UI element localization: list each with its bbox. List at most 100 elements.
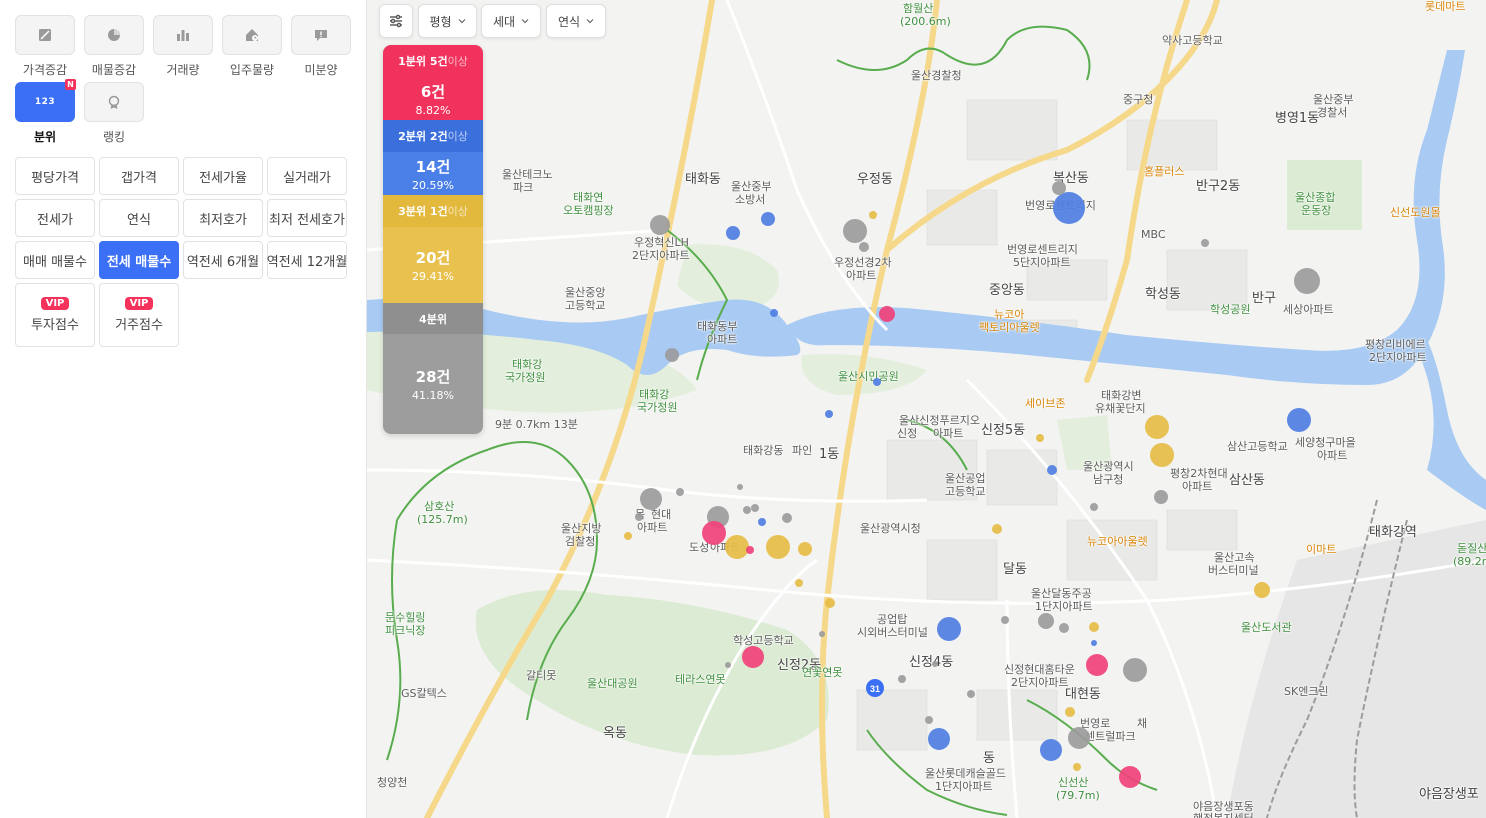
- map-place-label: 청양천: [377, 776, 408, 789]
- metric-filter-button[interactable]: 역전세 12개월: [267, 241, 347, 279]
- quantile-marker-blue[interactable]: [1287, 408, 1311, 432]
- metric-filter-button[interactable]: 실거래가: [267, 157, 347, 195]
- quantile-marker-gray[interactable]: [819, 631, 825, 637]
- quantile-marker-yellow[interactable]: [766, 535, 790, 559]
- metric-filter-button[interactable]: 역전세 6개월: [183, 241, 263, 279]
- quantile-marker-gray[interactable]: [898, 675, 906, 683]
- map-place-label: 울산종합: [1295, 191, 1336, 204]
- map-place-label: 아파트: [1182, 480, 1213, 493]
- quantile-marker-pink[interactable]: [1086, 654, 1108, 676]
- quantile-marker-yellow[interactable]: [992, 524, 1002, 534]
- quantile-marker-pink[interactable]: [1119, 766, 1141, 788]
- quantile-marker-yellow[interactable]: [798, 542, 812, 556]
- map-place-label: 아파트: [707, 333, 738, 346]
- quantile-marker-gray[interactable]: [1294, 268, 1320, 294]
- layer-tab[interactable]: 랭킹: [84, 82, 144, 145]
- quantile-marker-gray[interactable]: [1001, 616, 1009, 624]
- quantile-marker-gray[interactable]: [843, 219, 867, 243]
- quantile-marker-pink[interactable]: [742, 646, 764, 668]
- quantile-marker-blue[interactable]: [726, 226, 740, 240]
- quantile-marker-gray[interactable]: [1059, 623, 1069, 633]
- quantile-marker-blue[interactable]: [825, 410, 833, 418]
- quantile-marker-blue[interactable]: [1047, 465, 1057, 475]
- quantile-marker-gray[interactable]: [743, 506, 751, 514]
- metric-filter-button[interactable]: 평당가격: [15, 157, 95, 195]
- quantile-marker-yellow[interactable]: [725, 535, 749, 559]
- quantile-marker-gray[interactable]: [1038, 613, 1054, 629]
- quantile-marker-blue[interactable]: [770, 309, 778, 317]
- sliders-icon: [390, 14, 402, 28]
- quantile-marker-gray[interactable]: [640, 488, 662, 510]
- layer-tab[interactable]: 매물증감: [84, 15, 144, 78]
- quantile-marker-blue[interactable]: [1091, 640, 1097, 646]
- vip-score-button[interactable]: VIP 투자점수: [15, 283, 95, 347]
- quantile-marker-yellow[interactable]: [1145, 415, 1169, 439]
- quantile-marker-gray[interactable]: [737, 484, 743, 490]
- map-place-label: 신선산: [1058, 776, 1089, 789]
- layer-tab[interactable]: 123 N 분위: [15, 79, 76, 145]
- metric-filter-button[interactable]: 전세가: [15, 199, 95, 237]
- metric-filter-button[interactable]: 전세가율: [183, 157, 263, 195]
- map-place-label: 울산대공원: [587, 677, 638, 690]
- quantile-marker-gray[interactable]: [782, 513, 792, 523]
- map-view[interactable]: 31 함월산 (200.6m) 울산경찰청 약사고등학교 중구청 울산중부 경찰서 병영1동 롯…: [367, 0, 1486, 818]
- quantile-marker-blue[interactable]: [928, 728, 950, 750]
- quantile-marker-yellow[interactable]: [869, 211, 877, 219]
- layer-tab[interactable]: 거래량: [153, 15, 213, 78]
- quantile-marker-gray[interactable]: [725, 662, 731, 668]
- metric-filter-button[interactable]: 전세 매물수: [99, 241, 179, 279]
- year-dropdown[interactable]: 연식: [546, 4, 606, 38]
- layer-tab[interactable]: 가격증감: [15, 15, 75, 78]
- quantile-marker-blue[interactable]: [937, 617, 961, 641]
- quantile-marker-gray[interactable]: [925, 716, 933, 724]
- layer-tab[interactable]: 미분양: [291, 15, 351, 78]
- quantile-marker-yellow[interactable]: [825, 598, 835, 608]
- quantile-marker-blue[interactable]: [1040, 739, 1062, 761]
- quantile-marker-blue[interactable]: [1053, 192, 1085, 224]
- quantile-marker-gray[interactable]: [1068, 727, 1090, 749]
- household-dropdown[interactable]: 세대: [481, 4, 541, 38]
- map-place-label: 태화연: [573, 191, 604, 204]
- quantile-marker-yellow[interactable]: [1065, 707, 1075, 717]
- quantile-marker-blue[interactable]: [761, 212, 775, 226]
- vip-score-button[interactable]: VIP 거주점수: [99, 283, 179, 347]
- quantile-marker-gray[interactable]: [635, 513, 643, 521]
- quantile-marker-gray[interactable]: [932, 661, 938, 667]
- quantile-marker-gray[interactable]: [859, 242, 869, 252]
- quantile-marker-yellow[interactable]: [1073, 763, 1081, 771]
- area-dropdown[interactable]: 평형: [418, 4, 477, 38]
- map-place-label: 세양청구마을: [1295, 436, 1356, 449]
- legend-quantile-suffix: 이상: [447, 55, 468, 68]
- quantile-marker-yellow[interactable]: [1089, 622, 1099, 632]
- quantile-marker-gray[interactable]: [676, 488, 684, 496]
- metric-filter-button[interactable]: 최저호가: [183, 199, 263, 237]
- quantile-marker-gray[interactable]: [1090, 503, 1098, 511]
- quantile-marker-gray[interactable]: [1052, 181, 1066, 195]
- metric-filter-button[interactable]: 연식: [99, 199, 179, 237]
- quantile-marker-yellow[interactable]: [1254, 582, 1270, 598]
- quantile-marker-pink[interactable]: [702, 521, 726, 545]
- quantile-marker-pink[interactable]: [746, 546, 754, 554]
- map-place-label: MBC: [1141, 228, 1166, 241]
- quantile-marker-yellow[interactable]: [624, 532, 632, 540]
- quantile-marker-pink[interactable]: [879, 306, 895, 322]
- quantile-marker-gray[interactable]: [1154, 490, 1168, 504]
- quantile-marker-gray[interactable]: [751, 504, 759, 512]
- quantile-marker-gray[interactable]: [665, 348, 679, 362]
- quantile-marker-blue[interactable]: [758, 518, 766, 526]
- map-settings-button[interactable]: [379, 4, 413, 38]
- metric-filter-button[interactable]: 최저 전세호가: [267, 199, 347, 237]
- quantile-marker-yellow[interactable]: [1036, 434, 1044, 442]
- quantile-marker-blue[interactable]: [873, 378, 881, 386]
- metric-filter-button[interactable]: 갭가격: [99, 157, 179, 195]
- quantile-marker-yellow[interactable]: [795, 579, 803, 587]
- quantile-marker-gray[interactable]: [650, 215, 670, 235]
- metric-filter-button[interactable]: 매매 매물수: [15, 241, 95, 279]
- bar-chart-icon: [175, 27, 191, 43]
- vip-badge: VIP: [40, 297, 70, 310]
- layer-tab[interactable]: 입주물량: [222, 15, 282, 78]
- quantile-marker-yellow[interactable]: [1150, 443, 1174, 467]
- quantile-marker-gray[interactable]: [1123, 658, 1147, 682]
- quantile-marker-gray[interactable]: [1201, 239, 1209, 247]
- quantile-marker-gray[interactable]: [967, 690, 975, 698]
